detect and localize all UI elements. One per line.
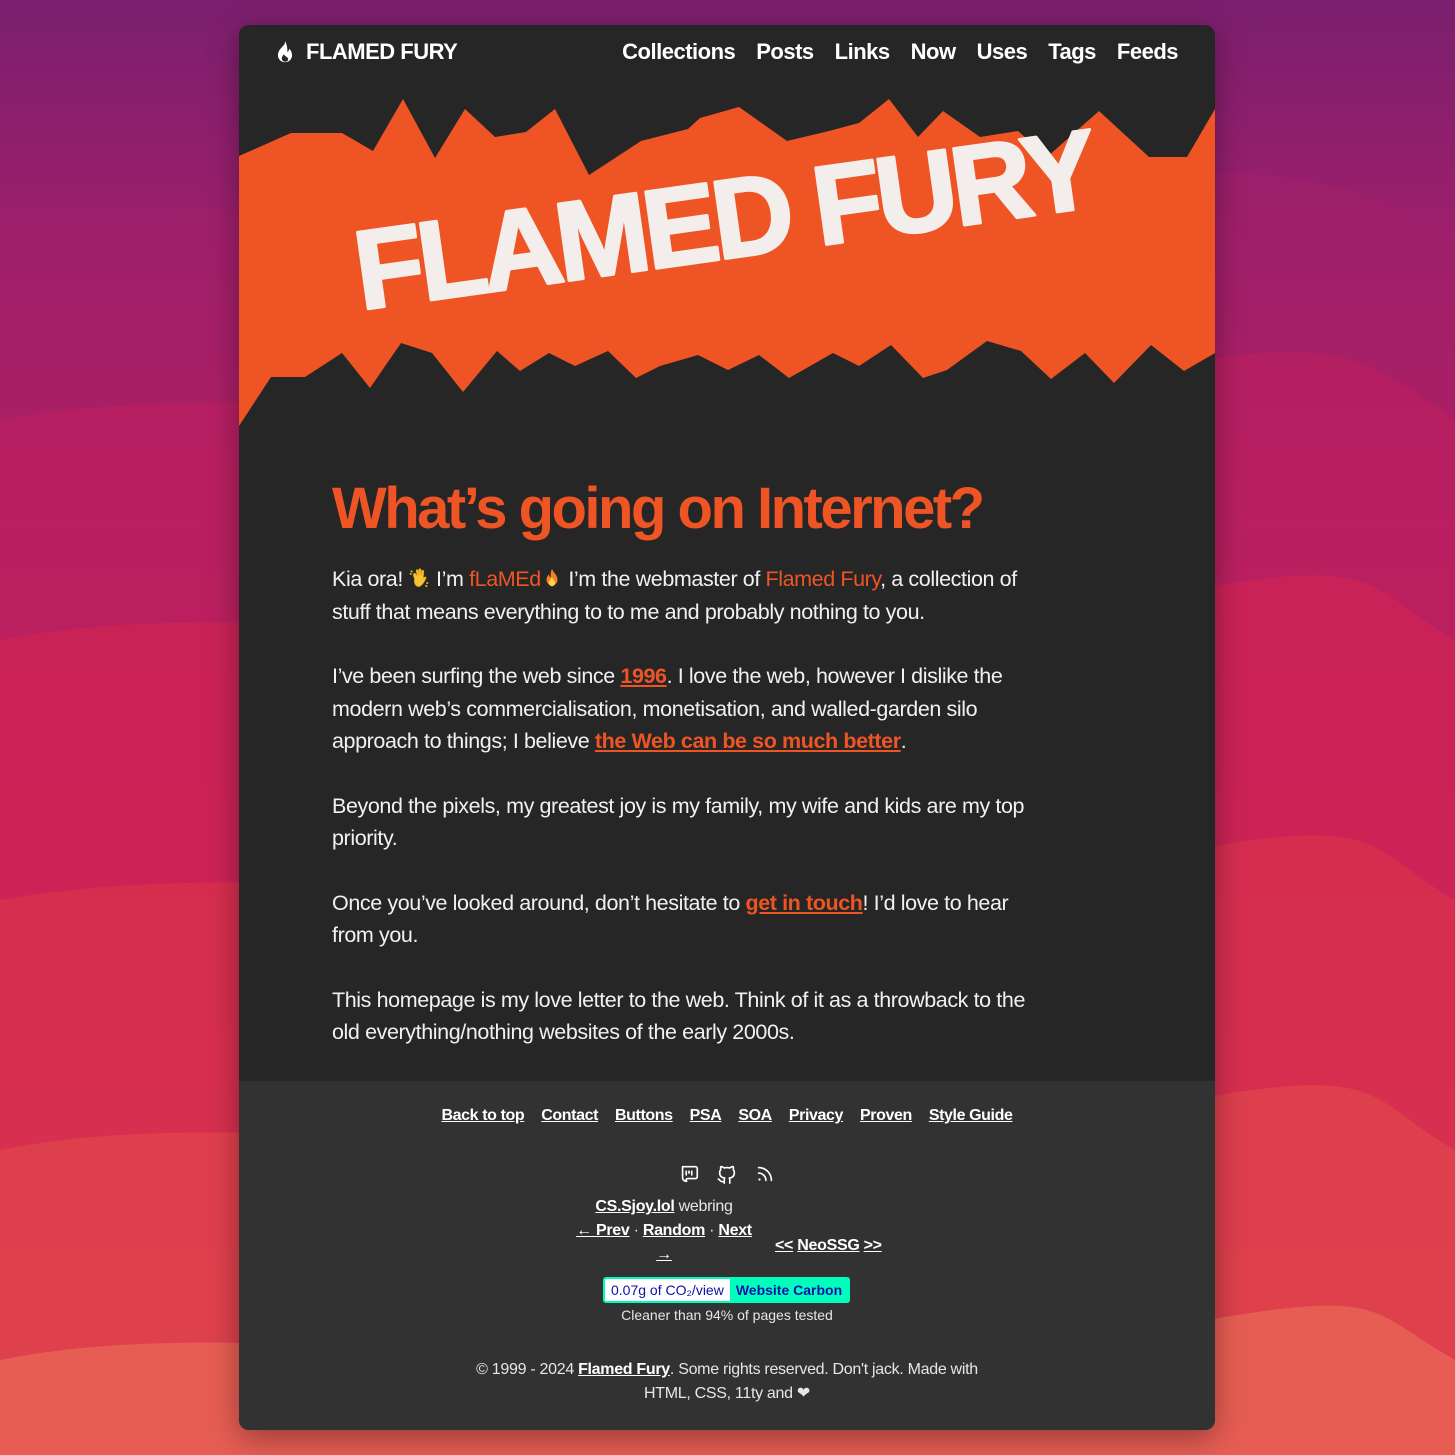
intro-paragraph: Kia ora! I’m fLaMEd I’m the webmaster of…: [332, 563, 1042, 628]
family-paragraph: Beyond the pixels, my greatest joy is my…: [332, 793, 1025, 851]
nav-feeds[interactable]: Feeds: [1117, 39, 1179, 65]
brand-name: FLAMED FURY: [306, 39, 458, 64]
copyright: © 1999 - 2024 Flamed Fury. Some rights r…: [469, 1358, 985, 1406]
nav-links[interactable]: Links: [835, 39, 890, 65]
carbon-amount: 0.07g of CO₂/view: [605, 1279, 730, 1301]
link-get-in-touch[interactable]: get in touch: [745, 891, 862, 915]
page-card: FLAMED FURY Collections Posts Links Now …: [239, 25, 1215, 1430]
fire-icon: [546, 568, 558, 587]
webring-random-link[interactable]: Random: [643, 1222, 706, 1239]
main-content: What’s going on Internet? Kia ora! I’m f…: [332, 477, 1042, 1081]
brand-link[interactable]: FLAMED FURY: [272, 39, 458, 65]
text-span: I’m: [430, 567, 470, 591]
footer-link-psa[interactable]: PSA: [690, 1107, 722, 1125]
footer-links: Back to top Contact Buttons PSA SOA Priv…: [239, 1107, 1215, 1125]
copyright-site-link[interactable]: Flamed Fury: [578, 1361, 670, 1378]
webring-title: CS.Sjoy.lol webring: [569, 1195, 759, 1219]
hero-banner: FLAMED FURY: [239, 99, 1215, 426]
site-footer: Back to top Contact Buttons PSA SOA Priv…: [239, 1081, 1215, 1430]
link-1996[interactable]: 1996: [620, 664, 667, 688]
text-span: .: [900, 729, 907, 753]
footer-link-privacy[interactable]: Privacy: [789, 1107, 844, 1125]
footer-link-proven[interactable]: Proven: [860, 1107, 912, 1125]
site-header: FLAMED FURY Collections Posts Links Now …: [239, 25, 1215, 81]
history-paragraph: I’ve been surfing the web since 1996. I …: [332, 660, 1042, 758]
text-span: Once you’ve looked around, don’t hesitat…: [332, 890, 746, 915]
github-icon[interactable]: [716, 1163, 738, 1185]
text-span: webring: [674, 1198, 733, 1215]
footer-link-soa[interactable]: SOA: [738, 1107, 772, 1125]
rss-icon[interactable]: [754, 1163, 776, 1185]
neossg-link[interactable]: NeoSSG: [797, 1237, 860, 1254]
text-span: © 1999 - 2024: [476, 1361, 579, 1378]
footer-link-style-guide[interactable]: Style Guide: [929, 1107, 1013, 1125]
separator: ·: [705, 1222, 719, 1239]
main-nav: Collections Posts Links Now Uses Tags Fe…: [622, 39, 1178, 65]
text-span: I’m the webmaster of: [562, 567, 766, 591]
social-links: [239, 1163, 1215, 1185]
nav-collections[interactable]: Collections: [622, 39, 736, 65]
webring: CS.Sjoy.lol webring ← Prev · Random · Ne…: [569, 1195, 759, 1267]
text-span: I’ve been surfing the web since: [332, 664, 621, 688]
text-span: Kia ora!: [332, 567, 409, 591]
handle-text: fLaMEd: [469, 567, 541, 591]
footer-link-contact[interactable]: Contact: [541, 1107, 598, 1125]
footer-link-buttons[interactable]: Buttons: [615, 1107, 673, 1125]
waving-hand-icon: [409, 568, 429, 588]
webring-prev-link[interactable]: ← Prev: [576, 1222, 630, 1239]
neossg-next-link[interactable]: >>: [864, 1237, 882, 1254]
neossg-ring: << NeoSSG >>: [775, 1237, 882, 1255]
nav-tags[interactable]: Tags: [1048, 39, 1096, 65]
flame-icon: [277, 40, 293, 63]
site-name-text: Flamed Fury: [765, 567, 881, 591]
website-carbon-badge[interactable]: 0.07g of CO₂/view Website Carbon: [603, 1277, 851, 1303]
nav-uses[interactable]: Uses: [977, 39, 1028, 65]
separator: ·: [629, 1222, 643, 1239]
link-better-web[interactable]: the Web can be so much better: [595, 729, 901, 753]
carbon-label[interactable]: Website Carbon: [729, 1279, 849, 1301]
text-span: . Some rights reserved. Don't jack. Made…: [644, 1361, 978, 1402]
page-heading: What’s going on Internet?: [332, 476, 985, 541]
neossg-prev-link[interactable]: <<: [775, 1237, 793, 1254]
love-letter-paragraph: This homepage is my love letter to the w…: [332, 987, 1025, 1045]
nav-posts[interactable]: Posts: [756, 39, 814, 65]
mastodon-icon[interactable]: [678, 1163, 700, 1185]
footer-link-back-to-top[interactable]: Back to top: [442, 1107, 525, 1125]
contact-paragraph: Once you’ve looked around, don’t hesitat…: [332, 887, 1042, 952]
carbon-cleaner-text: Cleaner than 94% of pages tested: [621, 1307, 833, 1323]
webring-nav: ← Prev · Random · Next →: [569, 1219, 759, 1267]
nav-now[interactable]: Now: [911, 39, 956, 65]
webring-site-link[interactable]: CS.Sjoy.lol: [595, 1198, 674, 1215]
